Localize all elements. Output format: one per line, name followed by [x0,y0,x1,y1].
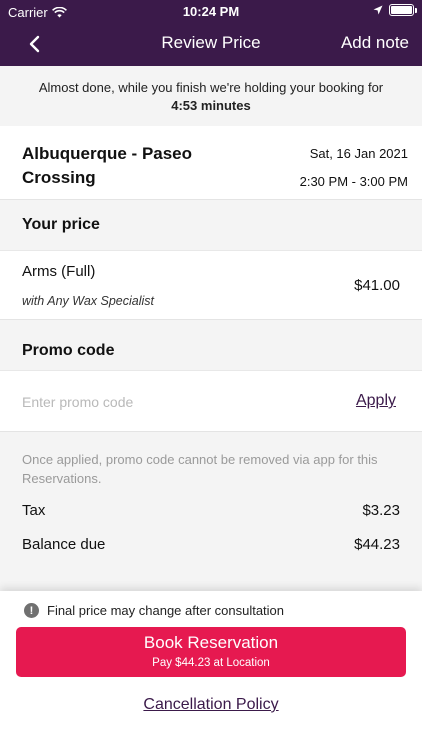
footer-panel: ! Final price may change after consultat… [0,591,422,750]
specialist-label: with Any Wax Specialist [22,294,154,308]
hold-message: Almost done, while you finish we're hold… [38,80,384,95]
info-icon: ! [24,603,39,618]
hold-timer: 4:53 minutes [171,98,251,113]
promo-code-input[interactable] [22,389,272,415]
status-bar: Carrier 10:24 PM [0,0,422,24]
battery-icon [389,4,417,16]
promo-note: Once applied, promo code cannot be remov… [22,452,378,486]
balance-row: Balance due $44.23 [22,536,400,553]
header: Carrier 10:24 PM Review Price Add note [0,0,422,66]
booking-date: Sat, 16 Jan 2021 [309,146,408,161]
balance-value: $44.23 [354,536,400,553]
service-price: $41.00 [354,277,400,294]
promo-card: Apply [0,370,422,432]
hold-banner: Almost done, while you finish we're hold… [0,66,422,126]
price-card: Arms (Full) with Any Wax Specialist $41.… [0,250,422,320]
status-time: 10:24 PM [182,4,240,19]
book-reservation-button[interactable]: Book Reservation Pay $44.23 at Location [16,627,406,677]
balance-label: Balance due [22,536,106,553]
price-disclaimer: ! Final price may change after consultat… [24,603,284,618]
tax-value: $3.23 [362,502,400,519]
service-name: Arms (Full) [22,263,96,280]
nav-bar: Review Price Add note [0,24,422,66]
tax-label: Tax [22,502,46,519]
book-sublabel: Pay $44.23 at Location [152,657,270,669]
cancellation-policy-link[interactable]: Cancellation Policy [0,696,422,714]
apply-promo-button[interactable]: Apply [356,392,396,410]
add-note-button[interactable]: Add note [341,33,409,53]
disclaimer-text: Final price may change after consultatio… [47,603,285,618]
location-name: Albuquerque - Paseo Crossing [22,144,193,187]
your-price-heading: Your price [0,200,422,250]
book-label: Book Reservation [143,633,279,652]
location-arrow-icon [373,5,383,15]
booking-time-range: 2:30 PM - 3:00 PM [299,174,408,189]
tax-row: Tax $3.23 [22,502,400,519]
location-card: Albuquerque - Paseo Crossing Sat, 16 Jan… [0,126,422,200]
promo-code-heading: Promo code [0,320,422,370]
